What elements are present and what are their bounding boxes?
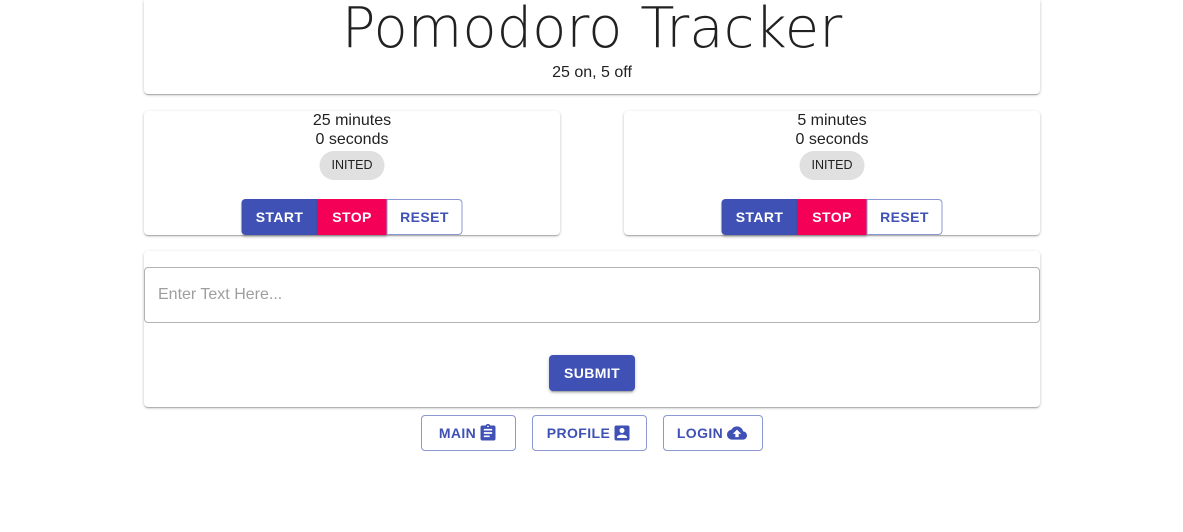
break-status-badge: INITED xyxy=(799,151,865,180)
work-start-button[interactable]: START xyxy=(241,199,318,235)
work-timer-controls: START STOP RESET xyxy=(241,199,463,235)
text-entry-card: SUBMIT xyxy=(144,251,1040,407)
app-root: Pomodoro Tracker 25 on, 5 off 25 minutes… xyxy=(0,0,1183,532)
nav-profile-label: PROFILE xyxy=(546,425,611,441)
text-input[interactable] xyxy=(144,267,1040,323)
work-timer-card: 25 minutes 0 seconds INITED START STOP R… xyxy=(144,111,560,235)
work-stop-button[interactable]: STOP xyxy=(317,199,387,235)
page-title: Pomodoro Tracker xyxy=(341,0,843,61)
page-subtitle: 25 on, 5 off xyxy=(552,64,632,81)
submit-button[interactable]: SUBMIT xyxy=(549,355,635,391)
clipboard-icon xyxy=(478,423,498,443)
break-timer-controls: START STOP RESET xyxy=(721,199,943,235)
break-start-button[interactable]: START xyxy=(721,199,798,235)
header-card: Pomodoro Tracker 25 on, 5 off xyxy=(144,0,1040,94)
nav-login-label: LOGIN xyxy=(676,425,724,441)
break-reset-button[interactable]: RESET xyxy=(866,199,943,235)
work-status-badge: INITED xyxy=(319,151,385,180)
break-timer-card: 5 minutes 0 seconds INITED START STOP RE… xyxy=(624,111,1040,235)
nav-main-label: MAIN xyxy=(438,425,477,441)
nav-profile-button[interactable]: PROFILE xyxy=(532,415,647,451)
break-minutes-text: 5 minutes xyxy=(797,112,867,129)
work-minutes-text: 25 minutes xyxy=(312,112,392,129)
nav-login-button[interactable]: LOGIN xyxy=(663,415,763,451)
break-seconds-text: 0 seconds xyxy=(795,131,869,148)
cloud-upload-icon xyxy=(725,423,749,443)
work-seconds-text: 0 seconds xyxy=(315,131,389,148)
work-reset-button[interactable]: RESET xyxy=(386,199,463,235)
account-box-icon xyxy=(612,423,632,443)
break-stop-button[interactable]: STOP xyxy=(797,199,867,235)
nav-main-button[interactable]: MAIN xyxy=(421,415,516,451)
